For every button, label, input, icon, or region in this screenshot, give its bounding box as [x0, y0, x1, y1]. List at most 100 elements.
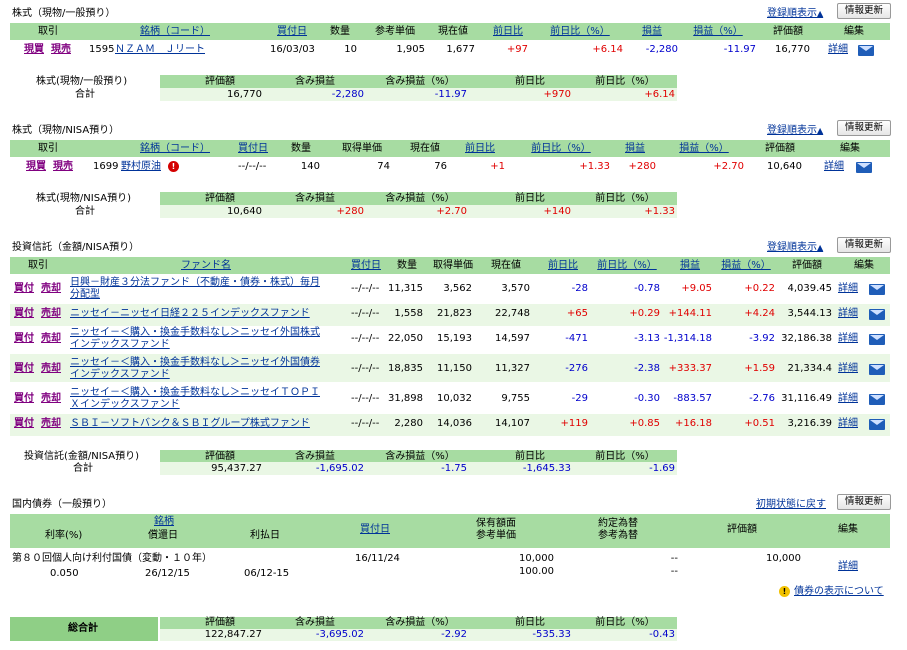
- col-changepct-sort[interactable]: 前日比（%）: [526, 143, 596, 155]
- fund-name-link-cont[interactable]: インデックスファンド: [70, 339, 170, 351]
- sort-by-registration-link[interactable]: 登録順表示▲: [767, 4, 823, 19]
- col-value: 評価額: [792, 260, 822, 271]
- mail-icon[interactable]: [869, 364, 885, 375]
- col-brand-sort[interactable]: 銘柄: [154, 516, 174, 528]
- sell-link[interactable]: 現売: [53, 161, 73, 173]
- sell-link[interactable]: 売却: [41, 283, 61, 295]
- summary-label: 投資信託(金額/NISA預り): [24, 451, 139, 462]
- col-buydate-sort[interactable]: 買付日: [272, 26, 312, 38]
- detail-link[interactable]: 詳細: [838, 333, 858, 345]
- col-trade: 取引: [28, 260, 48, 271]
- buy-link[interactable]: 現買: [26, 161, 46, 173]
- change: +97: [506, 44, 528, 55]
- total-chg: -535.33: [532, 629, 571, 640]
- col-pl-sort[interactable]: 損益: [675, 260, 705, 272]
- warning-icon[interactable]: !: [168, 161, 179, 172]
- sum-value: 16,770: [227, 89, 262, 100]
- fund-name-link-cont[interactable]: Ｘインデックスファンド: [70, 399, 180, 411]
- profit-loss: +280: [628, 161, 656, 172]
- buy-link[interactable]: 現買: [24, 44, 44, 56]
- col-fund-sort[interactable]: ファンド名: [180, 260, 232, 272]
- fund-name-link[interactable]: ニッセイ－＜購入・換金手数料なし＞ニッセイＴＯＰＩ: [70, 387, 320, 399]
- col-plpct-sort[interactable]: 損益（%）: [674, 143, 734, 155]
- sum-h-chg: 前日比: [515, 76, 545, 87]
- fund-name-link-cont[interactable]: インデックスファンド: [70, 369, 170, 381]
- detail-link[interactable]: 詳細: [838, 308, 858, 320]
- detail-link[interactable]: 詳細: [838, 363, 858, 375]
- buy-link[interactable]: 買付: [14, 333, 34, 345]
- fund-name-link[interactable]: ＳＢＩ－ソフトバンク＆ＳＢＩグループ株式ファンド: [70, 418, 310, 430]
- mail-icon[interactable]: [869, 334, 885, 345]
- fund-name-link[interactable]: 日興－財産３分法ファンド（不動産・債券・株式）毎月: [70, 277, 320, 289]
- sum-h-chgpct: 前日比（%）: [595, 193, 655, 204]
- fund-name-link[interactable]: ニッセイ－＜購入・換金手数料なし＞ニッセイ外国株式: [70, 327, 320, 339]
- quantity: 140: [300, 161, 320, 172]
- buy-link[interactable]: 買付: [14, 283, 34, 295]
- col-refprice: 参考単価: [375, 26, 415, 37]
- sell-link[interactable]: 現売: [51, 44, 71, 56]
- sort-link-text[interactable]: 登録順表示: [767, 8, 817, 19]
- sell-link[interactable]: 売却: [41, 363, 61, 375]
- reset-link[interactable]: 初期状態に戻す: [756, 495, 826, 510]
- col-changepct-sort[interactable]: 前日比（%）: [592, 260, 662, 272]
- detail-link[interactable]: 詳細: [838, 418, 858, 430]
- mail-icon[interactable]: [869, 419, 885, 430]
- sell-link[interactable]: 売却: [41, 418, 61, 430]
- current-price: 14,597: [495, 333, 530, 344]
- col-changepct-sort[interactable]: 前日比（%）: [545, 26, 615, 38]
- buy-link[interactable]: 買付: [14, 308, 34, 320]
- col-brand-sort[interactable]: 銘柄（コード）: [130, 143, 220, 155]
- info-update-button[interactable]: 情報更新: [837, 3, 891, 19]
- detail-link[interactable]: 詳細: [838, 283, 858, 295]
- detail-link[interactable]: 詳細: [838, 393, 858, 405]
- buy-link[interactable]: 買付: [14, 418, 34, 430]
- col-pl-sort[interactable]: 損益: [620, 143, 650, 155]
- profit-loss-pct: -3.92: [749, 333, 775, 344]
- sum-h-value: 評価額: [205, 76, 235, 87]
- fund-name-link[interactable]: ニッセイ－＜購入・換金手数料なし＞ニッセイ外国債券: [70, 357, 320, 369]
- fund-name-link-cont[interactable]: 分配型: [70, 289, 100, 301]
- change-pct: +6.14: [592, 44, 623, 55]
- col-plpct-sort[interactable]: 損益（%）: [716, 260, 776, 272]
- col-buydate-sort[interactable]: 買付日: [346, 260, 386, 272]
- detail-link[interactable]: 詳細: [828, 44, 848, 56]
- info-update-button[interactable]: 情報更新: [837, 120, 891, 136]
- sort-by-registration-link[interactable]: 登録順表示▲: [767, 238, 823, 253]
- sort-link-text[interactable]: 登録順表示: [767, 242, 817, 253]
- col-change-sort[interactable]: 前日比: [488, 26, 528, 38]
- mail-icon[interactable]: [869, 309, 885, 320]
- stock-name-link[interactable]: ＮＺＡＭ Ｊリート: [115, 44, 205, 56]
- col-buydate-sort[interactable]: 買付日: [360, 524, 390, 536]
- info-update-button[interactable]: 情報更新: [837, 494, 891, 510]
- info-update-button[interactable]: 情報更新: [837, 237, 891, 253]
- mail-icon[interactable]: [869, 284, 885, 295]
- total-pl: -3,695.02: [315, 629, 364, 640]
- mail-icon[interactable]: [858, 45, 874, 56]
- sell-link[interactable]: 売却: [41, 333, 61, 345]
- detail-link[interactable]: 詳細: [838, 561, 858, 573]
- sell-link[interactable]: 売却: [41, 308, 61, 320]
- col-change-sort[interactable]: 前日比: [460, 143, 500, 155]
- sort-link-text[interactable]: 登録順表示: [767, 125, 817, 136]
- sum-chgpct: -1.69: [649, 463, 675, 474]
- col-buydate-sort[interactable]: 買付日: [233, 143, 273, 155]
- col-change-sort[interactable]: 前日比: [543, 260, 583, 272]
- sort-by-registration-link[interactable]: 登録順表示▲: [767, 121, 823, 136]
- detail-link[interactable]: 詳細: [824, 161, 844, 173]
- col-plpct-sort[interactable]: 損益（%）: [688, 26, 748, 38]
- buy-link[interactable]: 買付: [14, 393, 34, 405]
- change: -29: [571, 393, 588, 404]
- bond-display-note-link[interactable]: 債券の表示について: [794, 586, 884, 598]
- buy-link[interactable]: 買付: [14, 363, 34, 375]
- quantity: 22,050: [388, 333, 423, 344]
- col-redeem: 償還日: [148, 530, 178, 541]
- sum-pl: +280: [336, 206, 364, 217]
- col-pl-sort[interactable]: 損益: [637, 26, 667, 38]
- stock-name-link[interactable]: 野村原油: [121, 161, 161, 173]
- bond-header-bar: [10, 514, 890, 548]
- mail-icon[interactable]: [869, 394, 885, 405]
- sell-link[interactable]: 売却: [41, 393, 61, 405]
- col-brand-sort[interactable]: 銘柄（コード）: [130, 26, 220, 38]
- mail-icon[interactable]: [856, 162, 872, 173]
- fund-name-link[interactable]: ニッセイ－ニッセイ日経２２５インデックスファンド: [70, 308, 310, 320]
